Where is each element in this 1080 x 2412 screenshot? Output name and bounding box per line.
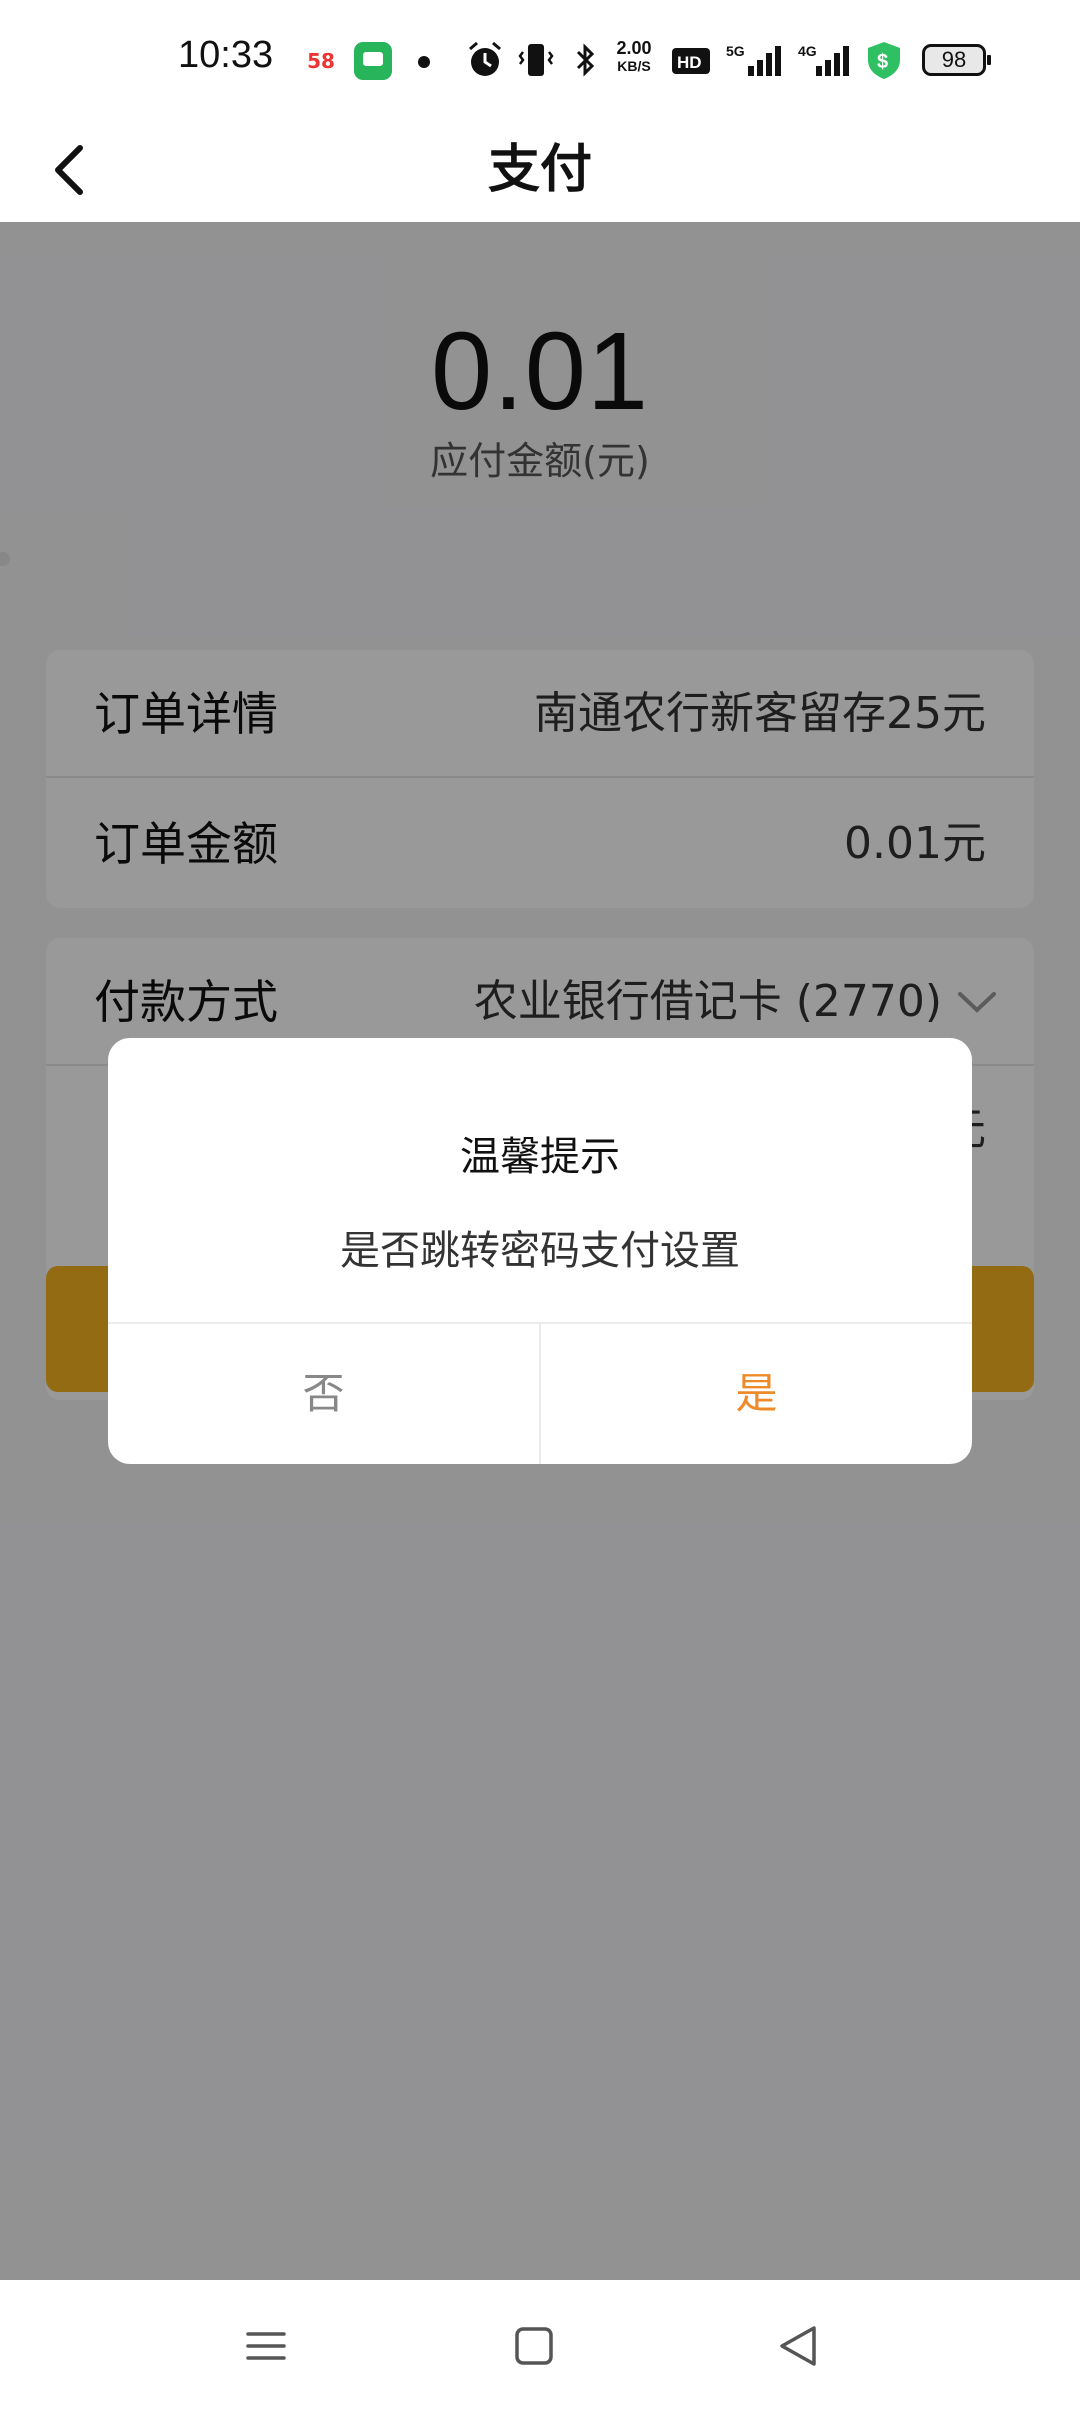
status-bar: 10:33 58 2.00 KB/S HD 5G 4G $ 98 — [0, 0, 1080, 118]
page-title: 支付 — [487, 140, 592, 200]
alarm-icon — [469, 41, 501, 76]
message-app-icon — [354, 42, 392, 80]
dialog-message: 是否跳转密码支付设置 — [340, 1228, 740, 1274]
payment-screen: 10:33 58 2.00 KB/S HD 5G 4G $ 98 支付 0.01… — [0, 0, 1080, 2412]
home-square-icon[interactable] — [498, 2310, 570, 2382]
svg-text:4G: 4G — [798, 43, 817, 59]
hd-voice-icon: HD — [672, 48, 710, 74]
bluetooth-icon — [576, 43, 595, 77]
back-triangle-icon[interactable] — [764, 2310, 836, 2382]
menu-icon[interactable] — [230, 2310, 302, 2382]
dialog-yes-button[interactable]: 是 — [541, 1324, 972, 1464]
svg-text:HD: HD — [677, 53, 702, 72]
floating-handle-dot[interactable] — [0, 552, 10, 566]
battery-indicator: 98 — [922, 44, 991, 76]
dialog-no-button[interactable]: 否 — [108, 1324, 539, 1464]
title-bar: 支付 — [0, 118, 1080, 222]
svg-text:$: $ — [877, 51, 888, 73]
back-button[interactable] — [34, 128, 114, 212]
dialog-title: 温馨提示 — [460, 1134, 620, 1180]
status-time: 10:33 — [178, 34, 274, 76]
tip-dialog: 温馨提示 是否跳转密码支付设置 否 是 — [108, 1038, 972, 1464]
system-nav-bar — [0, 2280, 1080, 2412]
signal-5g-icon: 5G — [726, 43, 781, 76]
vibrate-icon — [518, 44, 554, 76]
svg-text:5G: 5G — [726, 43, 745, 59]
app-58-icon: 58 — [307, 49, 335, 73]
security-shield-icon: $ — [868, 42, 900, 79]
notification-dot-icon — [418, 56, 430, 68]
network-speed: 2.00 KB/S — [616, 38, 652, 74]
signal-4g-icon: 4G — [798, 43, 849, 76]
